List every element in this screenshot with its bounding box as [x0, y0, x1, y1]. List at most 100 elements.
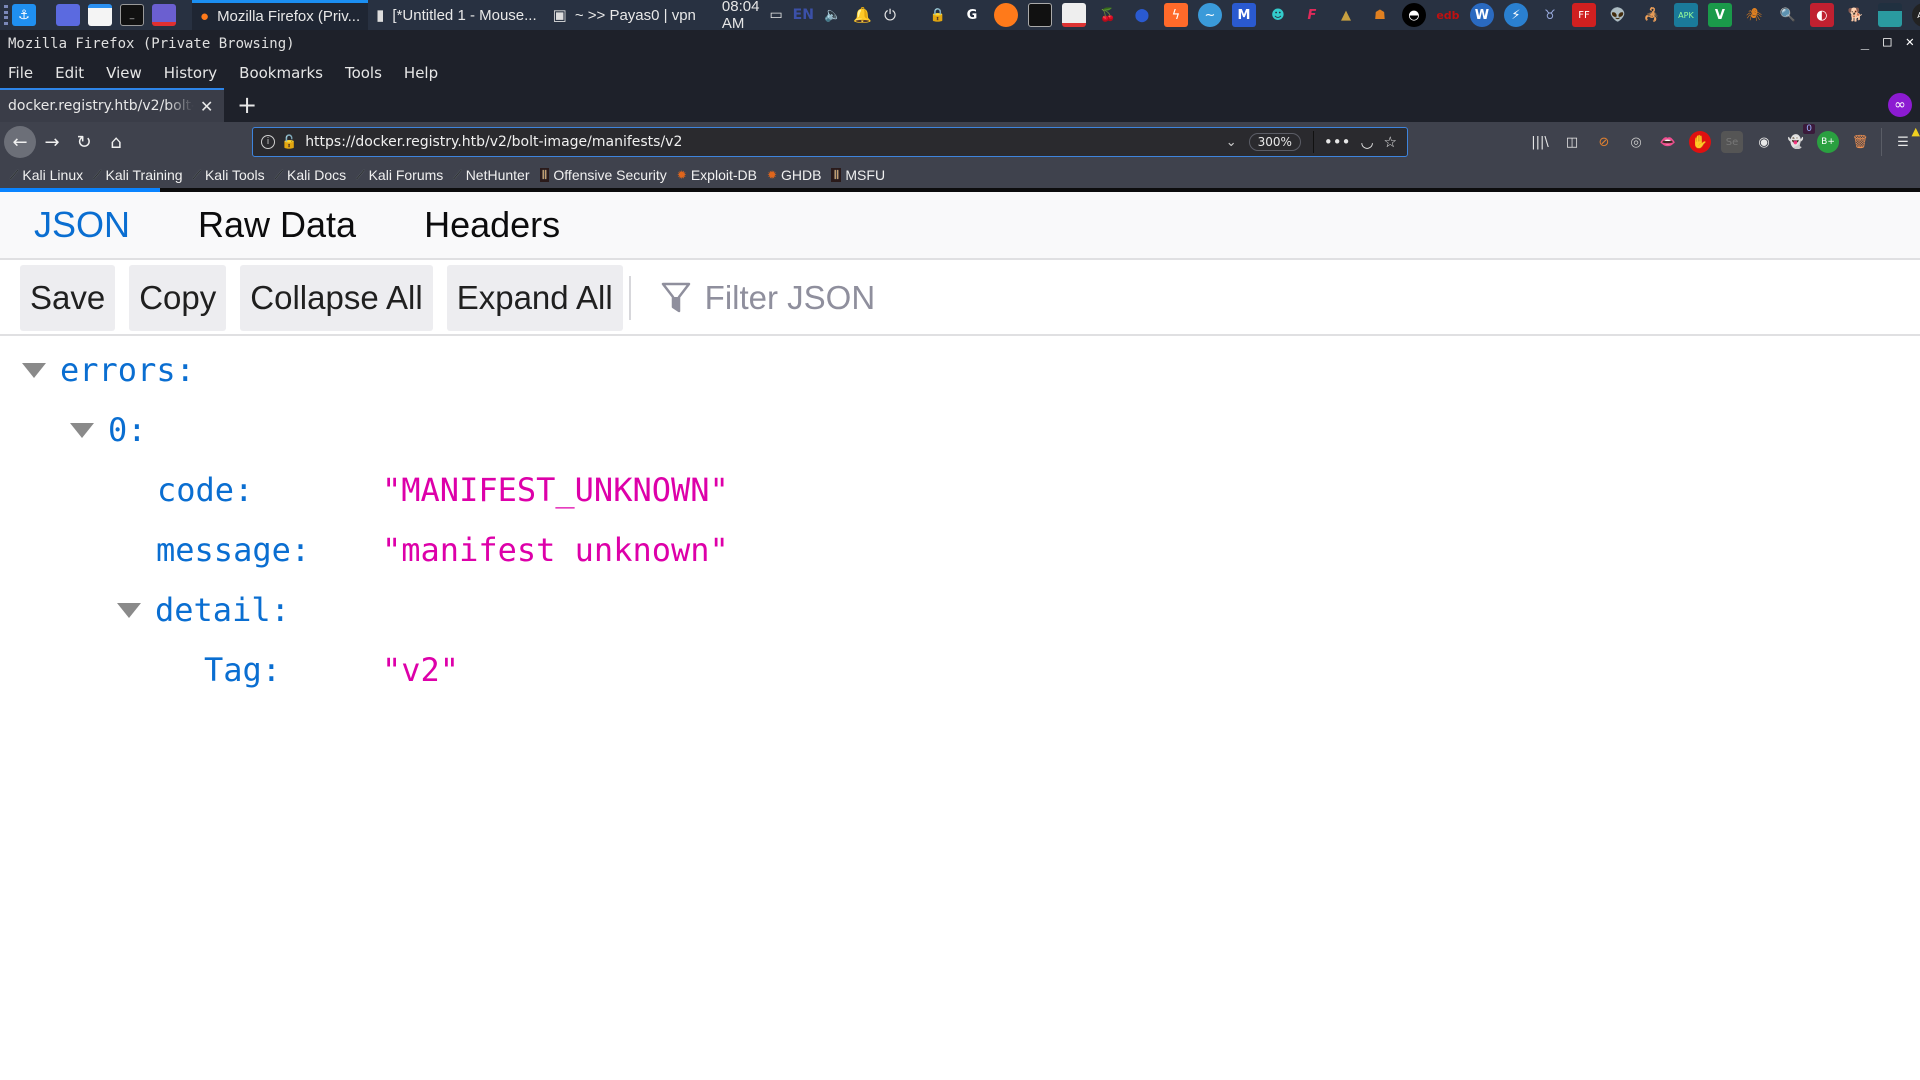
- maximize-button[interactable]: □: [1883, 34, 1891, 50]
- bookmark-nethunter[interactable]: ⟋ NetHunter: [453, 167, 529, 183]
- wireshark-icon[interactable]: ~: [1197, 3, 1222, 27]
- tab-headers[interactable]: Headers: [424, 204, 560, 246]
- tree-row-code[interactable]: code: "MANIFEST_UNKNOWN": [0, 460, 1920, 520]
- bookmark-exploit-db[interactable]: ✹ Exploit-DB: [677, 167, 757, 183]
- terminal-launcher-icon[interactable]: _: [120, 4, 144, 26]
- edb-icon[interactable]: edb: [1436, 3, 1460, 27]
- menu-tools[interactable]: Tools: [345, 64, 382, 82]
- site-info-icon[interactable]: i: [261, 135, 275, 149]
- selenium-extension-icon[interactable]: Se: [1721, 131, 1743, 153]
- johnny-icon[interactable]: ▲: [1334, 3, 1358, 27]
- wordpress-icon[interactable]: W: [1469, 3, 1494, 27]
- expand-triangle-icon[interactable]: [22, 362, 46, 378]
- hamburger-menu-icon[interactable]: ☰ ▲: [1892, 125, 1920, 153]
- google-icon[interactable]: G: [960, 3, 984, 27]
- pocket-icon[interactable]: ◡: [1360, 133, 1373, 151]
- back-button[interactable]: ←: [4, 126, 36, 158]
- expand-triangle-icon[interactable]: [117, 602, 141, 618]
- lock-icon[interactable]: 🔒: [926, 3, 950, 27]
- taskbar-task-firefox[interactable]: ● Mozilla Firefox (Priv...: [192, 0, 369, 30]
- browser-tab-active[interactable]: docker.registry.htb/v2/bolt-image/manife…: [0, 88, 224, 122]
- stop-hand-extension-icon[interactable]: ✋: [1689, 131, 1711, 153]
- bookmark-kali-linux[interactable]: ⟋ Kali Linux: [10, 167, 83, 183]
- bookmark-ghdb[interactable]: ✹ GHDB: [767, 167, 822, 183]
- zap-icon[interactable]: ⚡: [1503, 3, 1528, 27]
- tree-row-detail[interactable]: detail:: [117, 580, 290, 640]
- text-editor-icon[interactable]: [1061, 3, 1086, 27]
- tab-raw-data[interactable]: Raw Data: [198, 204, 356, 246]
- minimize-button[interactable]: _: [1861, 34, 1869, 50]
- expand-all-button[interactable]: Expand All: [446, 265, 623, 331]
- insecure-lock-icon[interactable]: 🔓: [281, 135, 297, 150]
- collapse-all-button[interactable]: Collapse All: [240, 265, 433, 331]
- doberman-icon[interactable]: 🐕: [1844, 3, 1868, 27]
- power-icon[interactable]: ⏻: [884, 6, 896, 24]
- builtwith-extension-icon[interactable]: B+: [1817, 131, 1839, 153]
- tree-row-errors[interactable]: errors:: [22, 340, 195, 400]
- display-icon[interactable]: ▭: [769, 7, 782, 23]
- volume-icon[interactable]: 🔈: [824, 7, 841, 23]
- taskbar-task-mousepad[interactable]: ▮ [*Untitled 1 - Mouse...: [368, 0, 545, 30]
- new-tab-button[interactable]: +: [232, 88, 262, 122]
- kali-menu-icon[interactable]: ⚓: [12, 4, 36, 26]
- spider-search-icon[interactable]: 🔍: [1776, 3, 1800, 27]
- menu-edit[interactable]: Edit: [55, 64, 84, 82]
- expand-triangle-icon[interactable]: [70, 422, 94, 438]
- terminal-launcher-icon[interactable]: [1027, 3, 1052, 27]
- burpsuite-icon[interactable]: ϟ: [1163, 3, 1188, 27]
- apktool-icon[interactable]: APK: [1673, 3, 1698, 27]
- trash-extension-icon[interactable]: 🗑: [1849, 131, 1871, 153]
- spider-icon[interactable]: 🕷: [1742, 3, 1766, 27]
- bookmark-offensive-security[interactable]: Ⅱ Offensive Security: [539, 167, 667, 183]
- copy-button[interactable]: Copy: [129, 265, 227, 331]
- account-icon[interactable]: ◉: [1753, 131, 1775, 153]
- library-icon[interactable]: |||\: [1529, 131, 1551, 153]
- firefox-launcher-icon[interactable]: [993, 3, 1018, 27]
- ghostery-extension-icon[interactable]: 👻 0: [1785, 124, 1815, 153]
- menu-bookmarks[interactable]: Bookmarks: [239, 64, 323, 82]
- cookie-extension-icon[interactable]: ◎: [1625, 131, 1647, 153]
- tree-row-index-0[interactable]: 0:: [70, 400, 147, 460]
- bookmark-star-icon[interactable]: ☆: [1384, 133, 1397, 151]
- workspace-icon[interactable]: [56, 4, 80, 26]
- keyboard-layout[interactable]: EN: [793, 7, 814, 23]
- forward-button[interactable]: →: [36, 126, 68, 158]
- reload-button[interactable]: ↻: [68, 126, 100, 158]
- tree-row-message[interactable]: message: "manifest unknown": [0, 520, 1920, 580]
- no-script-extension-icon[interactable]: ⊘: [1593, 131, 1615, 153]
- menu-history[interactable]: History: [164, 64, 217, 82]
- anime-icon[interactable]: ☻: [1266, 3, 1290, 27]
- armitage-icon[interactable]: ☗: [1368, 3, 1392, 27]
- incognito-icon[interactable]: ◓: [1401, 3, 1426, 27]
- vim-icon[interactable]: V: [1707, 3, 1732, 27]
- url-bar[interactable]: i 🔓 https://docker.registry.htb/v2/bolt-…: [252, 127, 1408, 157]
- scorpion-icon[interactable]: 🦂: [1640, 3, 1664, 27]
- faraday-icon[interactable]: F: [1300, 3, 1324, 27]
- kali-undercover-icon[interactable]: ◐: [1809, 3, 1834, 27]
- cherrytree-icon[interactable]: 🍒: [1096, 3, 1120, 27]
- bookmark-kali-tools[interactable]: ⟋ Kali Tools: [193, 167, 265, 183]
- close-window-button[interactable]: ✕: [1906, 34, 1914, 50]
- alien-icon[interactable]: 👽: [1606, 3, 1630, 27]
- screen-recorder-icon[interactable]: [152, 4, 176, 26]
- clock[interactable]: 08:04 AM: [722, 0, 760, 32]
- home-button[interactable]: ⌂: [100, 126, 132, 158]
- menu-help[interactable]: Help: [404, 64, 438, 82]
- aircrack-icon[interactable]: AIR: [1911, 3, 1920, 27]
- metasploit-icon[interactable]: M: [1231, 3, 1256, 27]
- page-actions-icon[interactable]: •••: [1324, 133, 1351, 151]
- lips-extension-icon[interactable]: 👄: [1657, 131, 1679, 153]
- tab-json[interactable]: JSON: [34, 204, 130, 246]
- notification-bell-icon[interactable]: 🔔: [853, 6, 872, 24]
- tree-row-tag[interactable]: Tag: "v2": [0, 640, 1920, 700]
- taskbar-task-terminal[interactable]: ▣ ~ >> Payas0 | vpn: [545, 0, 704, 30]
- bookmark-kali-training[interactable]: ⟋ Kali Training: [93, 167, 182, 183]
- save-button[interactable]: Save: [20, 265, 116, 331]
- zoom-level-badge[interactable]: 300%: [1248, 133, 1301, 151]
- bookmark-msfu[interactable]: Ⅱ MSFU: [831, 167, 885, 183]
- file-manager-icon[interactable]: [88, 4, 112, 26]
- menu-view[interactable]: View: [106, 64, 142, 82]
- filter-json-input[interactable]: Filter JSON: [661, 279, 875, 317]
- bull-icon[interactable]: ♉: [1538, 3, 1562, 27]
- remmina-icon[interactable]: FF: [1571, 3, 1596, 27]
